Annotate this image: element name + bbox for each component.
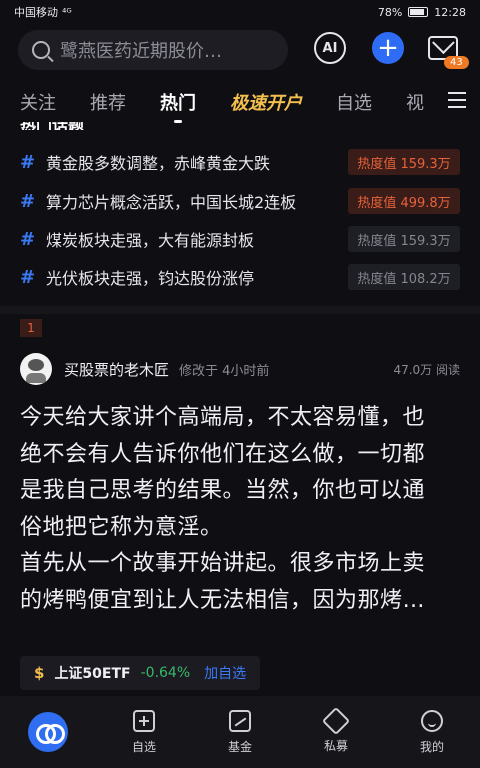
heat-badge: 热度值 499.8万 [348,188,460,214]
topic-text: 煤炭板块走强，大有能源封板 [46,231,255,250]
nav-fund[interactable]: 基金 [192,696,288,768]
tab-watchlist[interactable]: 自选 [336,89,372,115]
channel-tabs: 关注 推荐 热门 极速开户 自选 视 [0,82,480,123]
post-line: 的烤鸭便宜到让人无法相信，因为那烤… [20,587,426,613]
hot-topic-item[interactable]: # 黄金股多数调整，赤峰黄金大跌 热度值 159.3万 [20,148,460,176]
tab-open-account[interactable]: 极速开户 [230,89,302,115]
heat-badge: 热度值 159.3万 [348,149,460,175]
hash-icon: # [20,228,36,250]
ai-assistant-button[interactable]: AI [314,32,346,64]
signal-icon: ⁴ᴳ [62,5,72,19]
topic-text: 黄金股多数调整，赤峰黄金大跌 [46,154,271,173]
modified-time: 修改于 4小时前 [179,363,270,379]
user-icon [421,709,443,732]
stock-chip[interactable]: $ 上证50ETF -0.64% 加自选 [20,656,261,690]
hot-section-title: 热门话题 [20,122,460,130]
topic-text: 算力芯片概念活跃，中国长城2连板 [46,193,297,212]
hash-icon: # [20,151,36,173]
tab-hot[interactable]: 热门 [160,89,196,123]
rank-badge: 1 [20,319,42,337]
post-line: 是我自己思考的结果。当然，你也可以通 [20,478,426,503]
stock-name: 上证50ETF [54,666,131,682]
post-line: 今天给大家讲个高端局，不太容易懂，也 [20,405,426,430]
nav-home[interactable] [0,696,96,768]
avatar[interactable] [20,353,52,385]
nav-watchlist[interactable]: 自选 [96,696,192,768]
status-bar: 中国移动 ⁴ᴳ 78% 12:28 [0,0,480,24]
post-line: 俗地把它称为意淫。 [20,514,223,540]
clock: 12:28 [434,5,466,19]
read-count: 47.0万 阅读 [393,362,460,377]
tab-video[interactable]: 视 [406,89,424,115]
section-divider [0,306,480,314]
nav-label: 私募 [323,738,348,753]
tab-follow[interactable]: 关注 [20,89,56,115]
nav-label: 我的 [419,739,444,754]
hash-icon: # [20,190,36,212]
carrier-label: 中国移动 [14,6,58,19]
topic-text: 光伏板块走强，钧达股份涨停 [46,269,255,288]
add-square-icon [133,709,155,732]
post-line: 绝不会有人告诉你他们在这么做，一切都 [20,441,426,467]
nav-label: 基金 [227,739,252,754]
hash-icon: # [20,266,36,288]
search-placeholder: 鹭燕医药近期股价… [60,41,222,62]
nav-private-fund[interactable]: 私募 [288,696,384,768]
heat-badge: 热度值 159.3万 [348,226,460,252]
battery-percent: 78% [377,5,403,19]
battery-icon [408,7,429,17]
hot-topic-item[interactable]: # 算力芯片概念活跃，中国长城2连板 热度值 499.8万 [20,187,460,215]
add-button[interactable]: + [372,32,404,64]
heat-badge: 热度值 108.2万 [348,264,460,290]
stock-change: -0.64% [140,665,191,681]
add-watchlist-button[interactable]: 加自选 [204,663,246,683]
menu-icon[interactable] [448,92,466,108]
nav-label: 自选 [131,739,156,754]
diamond-icon [321,706,351,735]
nav-mine[interactable]: 我的 [384,696,480,768]
dollar-icon: $ [34,664,45,682]
search-input[interactable]: 鹭燕医药近期股价… [18,30,288,70]
top-header: 鹭燕医药近期股价… AI + 43 [0,26,480,74]
author-name[interactable]: 买股票的老木匠 [64,359,169,380]
post-content[interactable]: 今天给大家讲个高端局，不太容易懂，也 绝不会有人告诉你他们在这么做，一切都 是我… [20,400,460,619]
chart-icon [229,709,251,732]
hot-topic-item[interactable]: # 煤炭板块走强，大有能源封板 热度值 159.3万 [20,225,460,253]
community-logo-icon [28,712,68,752]
search-icon [32,41,50,59]
hot-topic-item[interactable]: # 光伏板块走强，钧达股份涨停 热度值 108.2万 [20,263,460,291]
mail-badge: 43 [444,56,469,69]
post-header: 买股票的老木匠 修改于 4小时前 47.0万 阅读 [20,352,460,386]
post-line: 首先从一个故事开始讲起。很多市场上卖 [20,551,426,576]
tab-recommend[interactable]: 推荐 [90,89,126,115]
bottom-nav: 自选 基金 私募 我的 [0,696,480,768]
